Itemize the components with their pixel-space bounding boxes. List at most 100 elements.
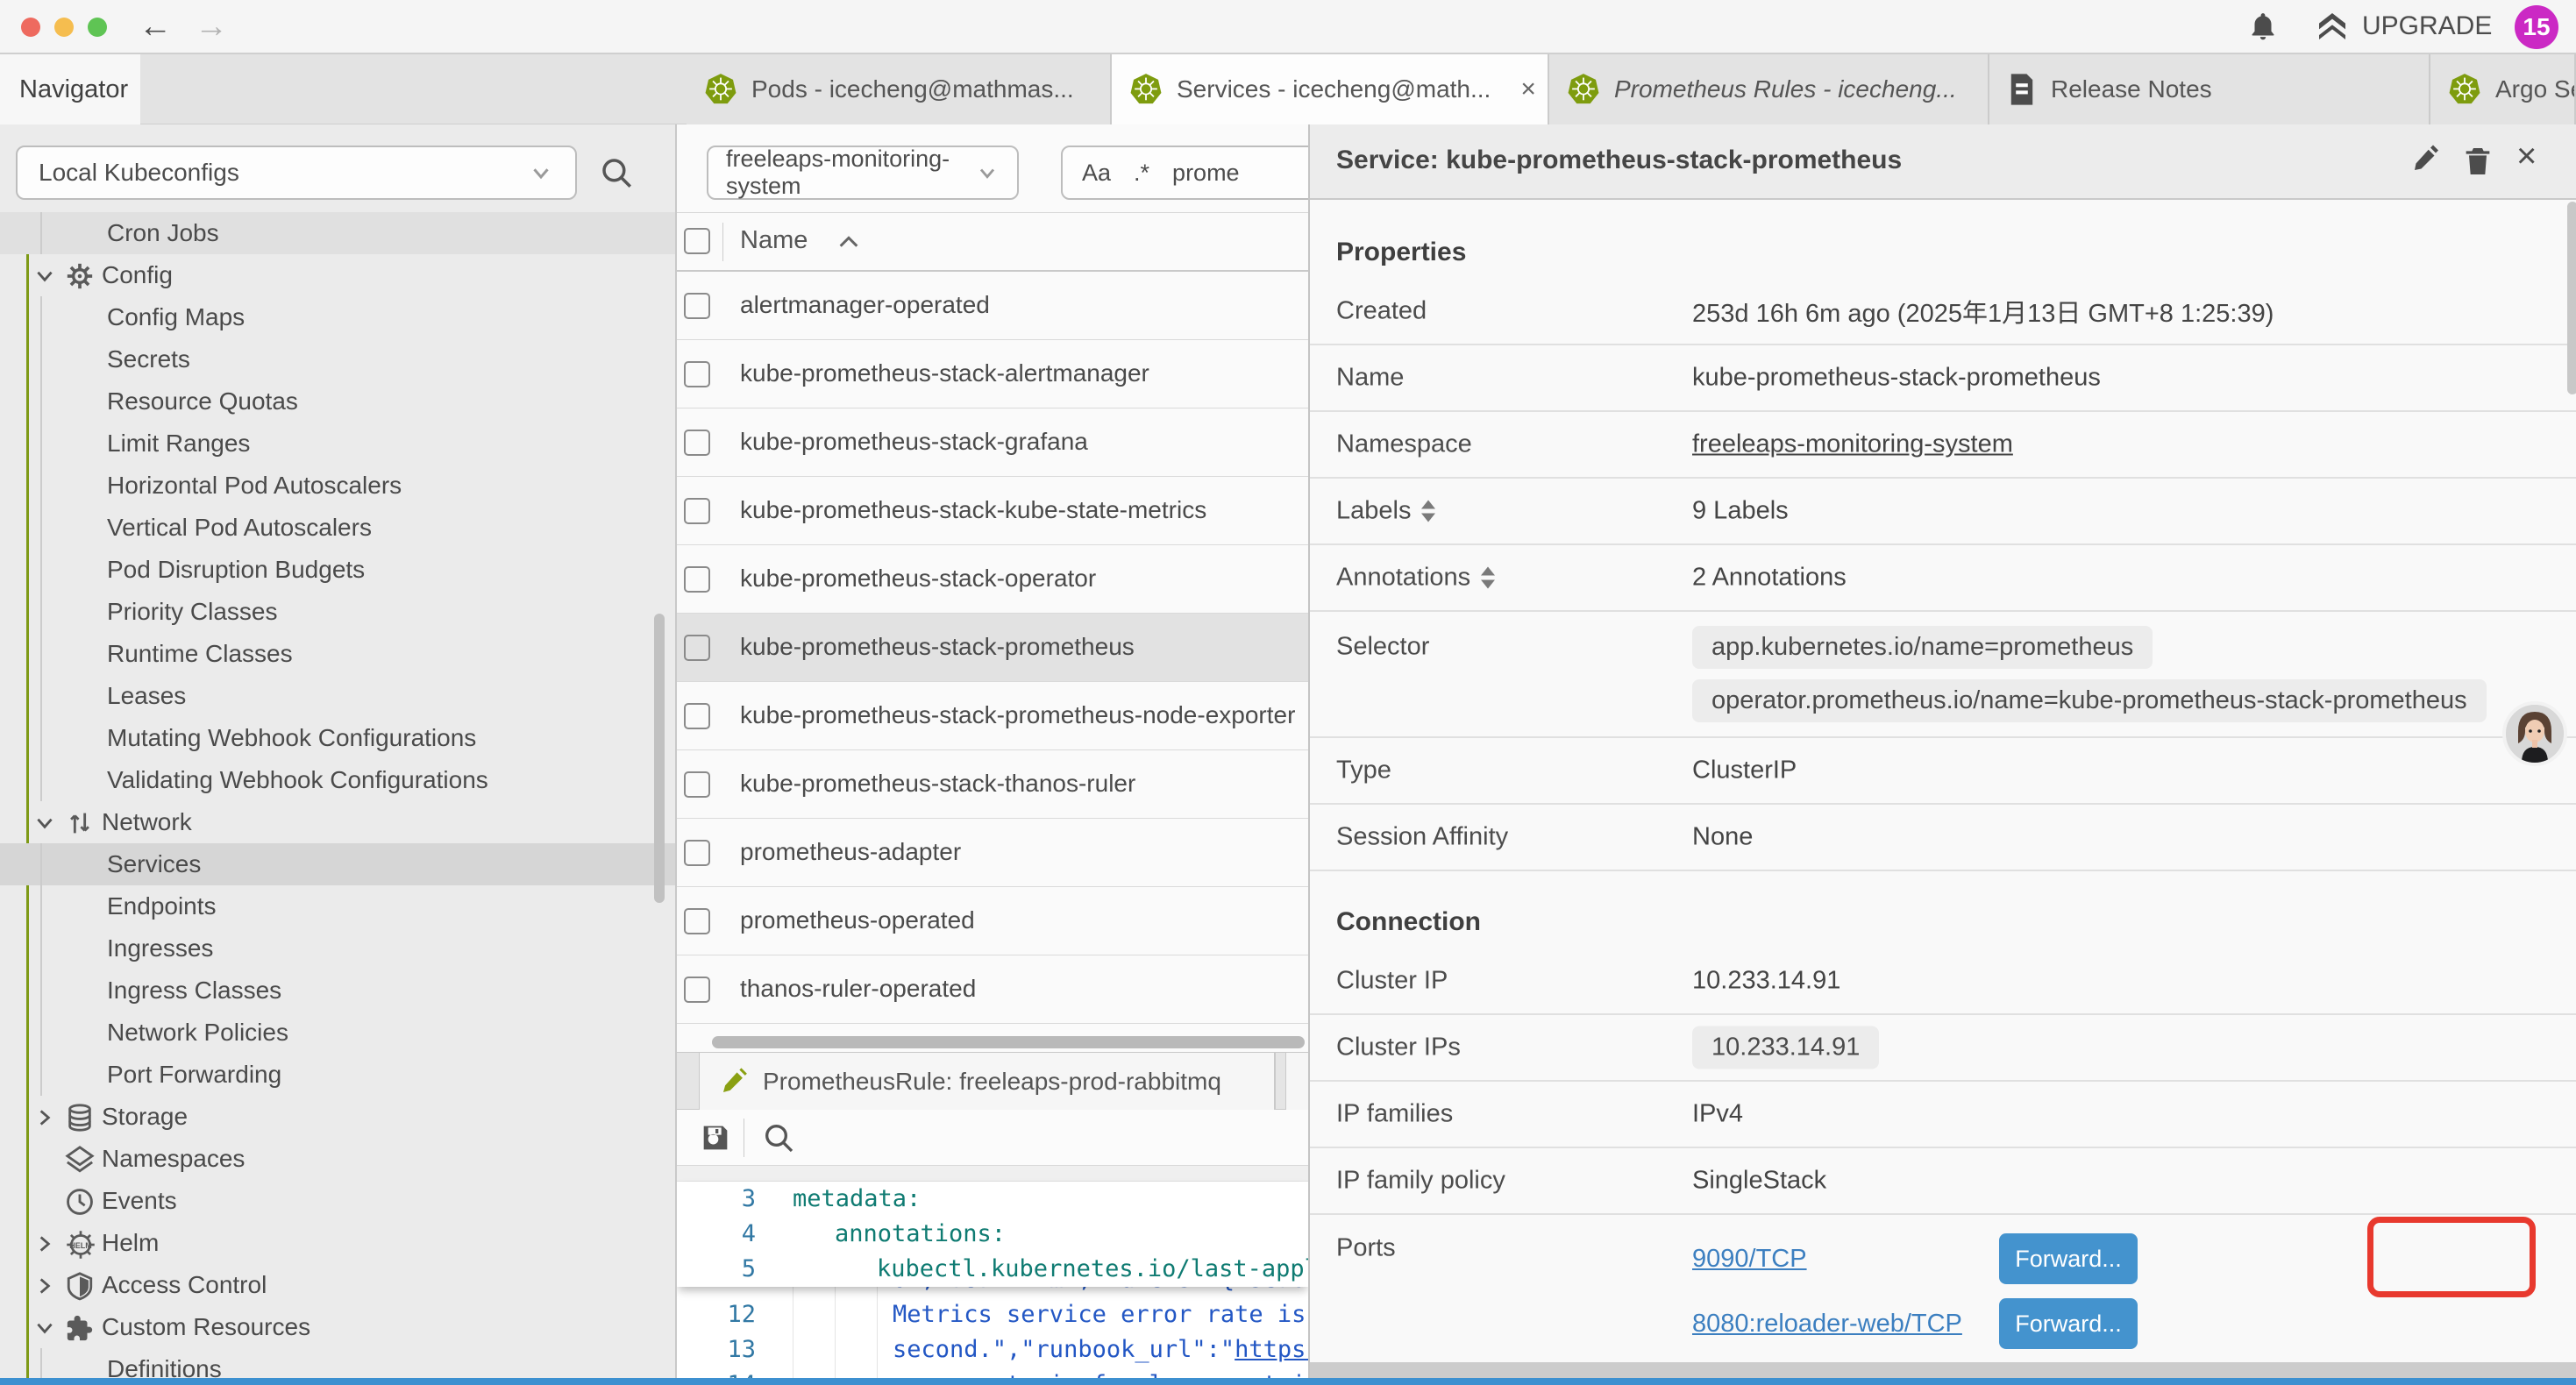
app-tab[interactable]: Prometheus Rules - icecheng...	[1549, 54, 1989, 124]
sidebar-item-secrets[interactable]: Secrets	[0, 338, 677, 380]
sidebar-scrollbar[interactable]	[654, 614, 665, 903]
sidebar-item-leases[interactable]: Leases	[0, 675, 677, 717]
close-icon[interactable]: ×	[2516, 137, 2537, 176]
forward-button[interactable]: Forward...	[1999, 1298, 2138, 1349]
sidebar-item-horizontal-pod-autoscalers[interactable]: Horizontal Pod Autoscalers	[0, 465, 677, 507]
row-checkbox[interactable]	[684, 771, 710, 798]
port-link[interactable]: 8080:reloader-web/TCP	[1692, 1310, 1962, 1339]
value-chip[interactable]: operator.prometheus.io/name=kube-prometh…	[1692, 679, 2487, 722]
namespace-selector[interactable]: freeleaps-monitoring-system	[707, 146, 1019, 200]
yaml-editor[interactable]: 110", for: "1m", labels: { service: " 12…	[677, 1182, 1308, 1385]
notifications-bell-icon[interactable]	[2246, 11, 2280, 44]
table-row[interactable]: kube-prometheus-stack-kube-state-metrics	[677, 477, 1308, 545]
regex-icon[interactable]: .*	[1134, 160, 1149, 187]
chevron-right-icon[interactable]	[33, 1106, 56, 1129]
sidebar-item-services[interactable]: Services	[0, 843, 677, 885]
select-all-checkbox[interactable]	[684, 228, 710, 254]
sort-updown-icon[interactable]	[1421, 501, 1435, 522]
save-icon[interactable]	[698, 1120, 733, 1155]
sidebar-item-mutating-webhook-configurations[interactable]: Mutating Webhook Configurations	[0, 717, 677, 759]
app-tab[interactable]: Argo Se	[2430, 54, 2576, 124]
delete-trash-icon[interactable]	[2460, 144, 2495, 179]
editor-search-icon[interactable]	[761, 1120, 796, 1155]
sidebar-item-limit-ranges[interactable]: Limit Ranges	[0, 423, 677, 465]
sidebar-search-icon[interactable]	[598, 154, 635, 191]
sidebar-item-priority-classes[interactable]: Priority Classes	[0, 591, 677, 633]
table-row[interactable]: thanos-ruler-operated	[677, 955, 1308, 1024]
sort-ascending-icon[interactable]	[836, 233, 861, 251]
sidebar-item-storage[interactable]: Storage	[0, 1096, 677, 1138]
traffic-light-minimize[interactable]	[54, 18, 74, 37]
column-header-name[interactable]: Name	[740, 226, 808, 255]
table-row[interactable]: kube-prometheus-stack-grafana	[677, 408, 1308, 477]
details-vertical-scrollbar[interactable]	[2567, 202, 2576, 394]
table-row[interactable]: prometheus-adapter	[677, 819, 1308, 887]
match-case-icon[interactable]: Aa	[1082, 160, 1111, 187]
back-arrow-icon[interactable]: ←	[139, 5, 172, 47]
sidebar-item-access-control[interactable]: Access Control	[0, 1264, 677, 1306]
forward-button[interactable]: Forward...	[1999, 1233, 2138, 1284]
row-checkbox[interactable]	[684, 498, 710, 524]
list-search-input[interactable]: Aa .* prome	[1061, 146, 1308, 200]
row-checkbox[interactable]	[684, 908, 710, 934]
sidebar-item-network[interactable]: Network	[0, 801, 677, 843]
sidebar-item-custom-resources[interactable]: Custom Resources	[0, 1306, 677, 1348]
dock-editor-tab[interactable]: PrometheusRule: freeleaps-prod-rabbitmq	[699, 1053, 1276, 1111]
sidebar-item-vertical-pod-autoscalers[interactable]: Vertical Pod Autoscalers	[0, 507, 677, 549]
app-tab[interactable]: Pods - icecheng@mathmas...	[687, 54, 1112, 124]
chevron-down-icon[interactable]	[33, 265, 56, 288]
sidebar-item-network-policies[interactable]: Network Policies	[0, 1012, 677, 1054]
sidebar-item-validating-webhook-configurations[interactable]: Validating Webhook Configurations	[0, 759, 677, 801]
port-link[interactable]: 9090/TCP	[1692, 1245, 1807, 1274]
chevron-right-icon[interactable]	[33, 1275, 56, 1297]
value-chip[interactable]: app.kubernetes.io/name=prometheus	[1692, 626, 2153, 669]
forward-arrow-icon[interactable]: →	[195, 5, 228, 47]
app-tab[interactable]: Release Notes	[1989, 54, 2430, 124]
row-checkbox[interactable]	[684, 566, 710, 593]
row-checkbox[interactable]	[684, 703, 710, 729]
details-bottom-scrollbar[interactable]	[1310, 1362, 2576, 1378]
row-checkbox[interactable]	[684, 430, 710, 456]
table-row[interactable]: kube-prometheus-stack-operator	[677, 545, 1308, 614]
table-row[interactable]: kube-prometheus-stack-thanos-ruler	[677, 750, 1308, 819]
value-chip[interactable]: 10.233.14.91	[1692, 1026, 1879, 1069]
sidebar-item-resource-quotas[interactable]: Resource Quotas	[0, 380, 677, 423]
sort-updown-icon[interactable]	[1481, 567, 1495, 589]
kubeconfig-selector[interactable]: Local Kubeconfigs	[16, 146, 577, 200]
sidebar-item-cron-jobs[interactable]: Cron Jobs	[0, 212, 677, 254]
sidebar-item-config[interactable]: Config	[0, 254, 677, 296]
tab-close-icon[interactable]: ×	[1520, 75, 1536, 104]
chevron-down-icon[interactable]	[33, 1317, 56, 1339]
upgrade-button[interactable]: UPGRADE	[2315, 9, 2492, 44]
sidebar-item-helm[interactable]: HELMHelm	[0, 1222, 677, 1264]
row-checkbox[interactable]	[684, 635, 710, 661]
avatar[interactable]	[2502, 701, 2567, 766]
sidebar-item-port-forwarding[interactable]: Port Forwarding	[0, 1054, 677, 1096]
edit-pencil-icon[interactable]	[2409, 144, 2444, 179]
row-checkbox[interactable]	[684, 361, 710, 387]
sidebar-item-pod-disruption-budgets[interactable]: Pod Disruption Budgets	[0, 549, 677, 591]
sidebar-item-ingresses[interactable]: Ingresses	[0, 927, 677, 970]
dock-editor-tab[interactable]	[1285, 1053, 1308, 1111]
table-row[interactable]: kube-prometheus-stack-alertmanager	[677, 340, 1308, 408]
table-row[interactable]: kube-prometheus-stack-prometheus-node-ex…	[677, 682, 1308, 750]
chevron-down-icon[interactable]	[33, 812, 56, 835]
table-row[interactable]: kube-prometheus-stack-prometheus	[677, 614, 1308, 682]
navigator-panel-tab[interactable]: Navigator	[0, 54, 140, 124]
app-tab[interactable]: Services - icecheng@math...×	[1112, 54, 1549, 124]
notification-count-badge[interactable]: 15	[2515, 5, 2558, 49]
table-row[interactable]: alertmanager-operated	[677, 272, 1308, 340]
row-checkbox[interactable]	[684, 293, 710, 319]
sidebar-item-events[interactable]: Events	[0, 1180, 677, 1222]
chevron-right-icon[interactable]	[33, 1232, 56, 1255]
sidebar-item-config-maps[interactable]: Config Maps	[0, 296, 677, 338]
table-row[interactable]: prometheus-operated	[677, 887, 1308, 955]
traffic-light-maximize[interactable]	[88, 18, 107, 37]
sidebar-item-runtime-classes[interactable]: Runtime Classes	[0, 633, 677, 675]
row-checkbox[interactable]	[684, 977, 710, 1003]
sidebar-item-ingress-classes[interactable]: Ingress Classes	[0, 970, 677, 1012]
sidebar-item-namespaces[interactable]: Namespaces	[0, 1138, 677, 1180]
sidebar-item-endpoints[interactable]: Endpoints	[0, 885, 677, 927]
row-checkbox[interactable]	[684, 840, 710, 866]
list-horizontal-scrollbar[interactable]	[712, 1036, 1305, 1048]
